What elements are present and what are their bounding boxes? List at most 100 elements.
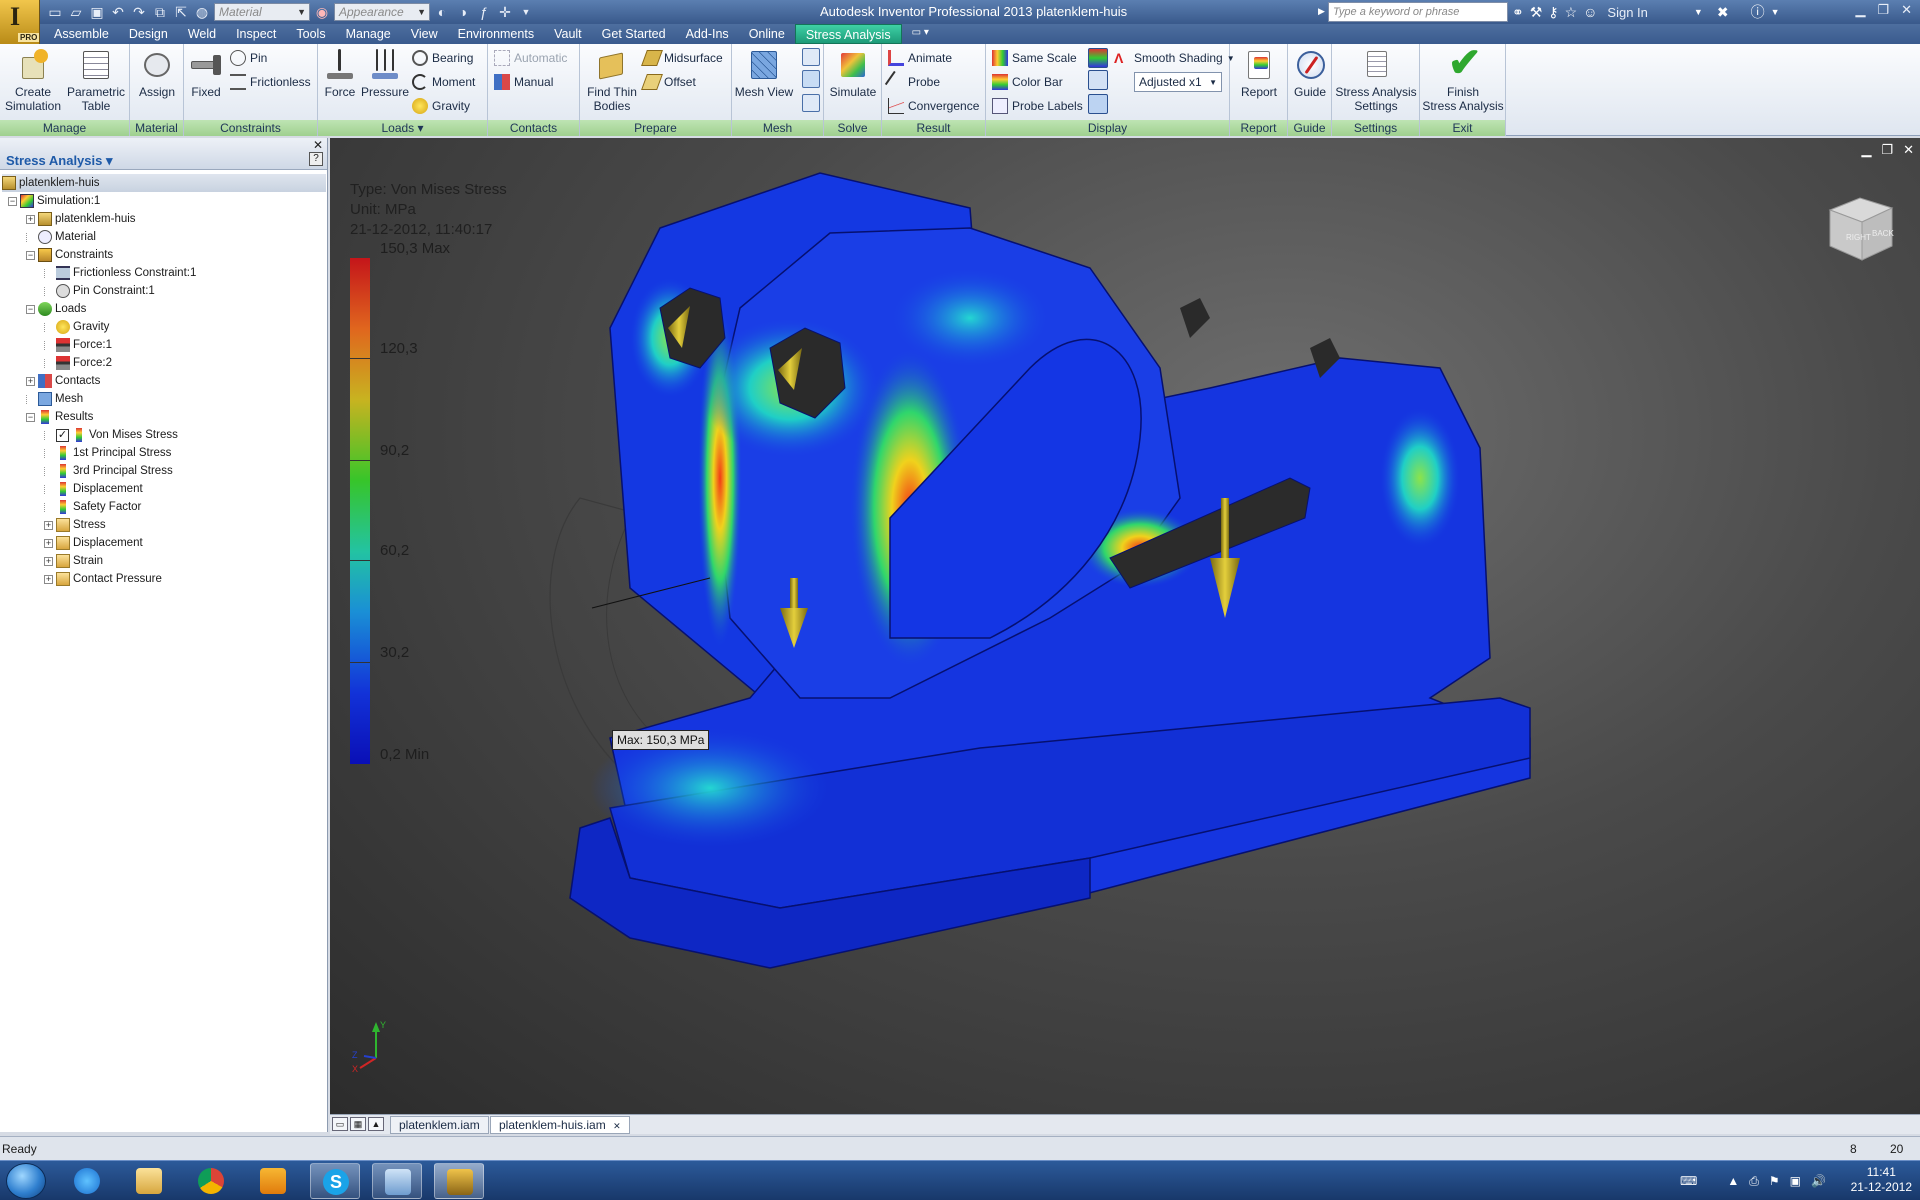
- tree-item[interactable]: ✓ Von Mises Stress: [44, 426, 178, 444]
- taskbar-ie[interactable]: [62, 1163, 112, 1199]
- color-bar[interactable]: [350, 258, 370, 764]
- expand-icon[interactable]: +: [26, 214, 35, 224]
- stress-model[interactable]: [330, 138, 1920, 1114]
- ribbon-minimize-icon[interactable]: ▭ ▾: [902, 24, 939, 44]
- probe-labels-button[interactable]: Probe Labels: [992, 96, 1083, 116]
- manual-contacts-button[interactable]: Manual: [494, 72, 553, 92]
- frictionless-constraint-button[interactable]: Frictionless: [230, 72, 311, 92]
- tree-item[interactable]: 1st Principal Stress: [44, 444, 171, 462]
- taskbar-outlook[interactable]: [248, 1163, 298, 1199]
- local-mesh-icon[interactable]: [802, 70, 820, 88]
- viewcube-right-face[interactable]: RIGHT: [1846, 233, 1871, 242]
- result-visibility-checkbox[interactable]: ✓: [56, 428, 69, 442]
- create-simulation-button[interactable]: Create Simulation: [2, 47, 64, 113]
- midsurface-button[interactable]: Midsurface: [641, 48, 723, 68]
- browser-close-button[interactable]: ✕: [313, 138, 323, 152]
- expand-icon[interactable]: +: [44, 556, 53, 566]
- browser-help-button[interactable]: ?: [309, 152, 323, 166]
- tab-manage[interactable]: Manage: [336, 24, 401, 44]
- doc-tab-close-icon[interactable]: ✕: [613, 1121, 621, 1131]
- key-icon[interactable]: ⚷: [1548, 4, 1558, 21]
- tab-get-started[interactable]: Get Started: [592, 24, 676, 44]
- simulate-button[interactable]: Simulate: [826, 47, 880, 99]
- tab-environments[interactable]: Environments: [448, 24, 544, 44]
- maximize-icon[interactable]: ❐: [1877, 2, 1889, 18]
- tree-item[interactable]: + Contact Pressure: [44, 570, 162, 588]
- return-icon[interactable]: ⇱: [172, 3, 190, 21]
- tab-design[interactable]: Design: [119, 24, 178, 44]
- browser-title-dropdown[interactable]: Stress Analysis ▾: [6, 153, 113, 169]
- tree-item[interactable]: − Loads: [26, 300, 86, 318]
- tab-scroll-icon[interactable]: ▲: [368, 1117, 384, 1131]
- tab-assemble[interactable]: Assemble: [44, 24, 119, 44]
- undo-icon[interactable]: ↶: [109, 3, 127, 21]
- tree-item[interactable]: + Stress: [44, 516, 106, 534]
- color-bar-button[interactable]: Color Bar: [992, 72, 1063, 92]
- assign-material-button[interactable]: Assign: [132, 47, 182, 99]
- open-file-icon[interactable]: ▱: [67, 3, 85, 21]
- action-center-icon[interactable]: ⚑: [1769, 1174, 1780, 1188]
- viewport-restore-icon[interactable]: ❐: [1881, 142, 1893, 158]
- gravity-load-button[interactable]: Gravity: [412, 96, 470, 116]
- tab-stress-analysis[interactable]: Stress Analysis: [794, 24, 902, 44]
- tab-inspect[interactable]: Inspect: [226, 24, 286, 44]
- tree-item[interactable]: Pin Constraint:1: [44, 282, 155, 300]
- pressure-button[interactable]: Pressure: [360, 47, 410, 99]
- tree-item[interactable]: + platenklem-huis: [26, 210, 136, 228]
- star-icon[interactable]: ☆: [1565, 4, 1578, 21]
- tree-item[interactable]: Safety Factor: [44, 498, 141, 516]
- fixed-constraint-button[interactable]: Fixed: [186, 47, 226, 99]
- result-shading-icon[interactable]: [1088, 48, 1108, 68]
- tree-item[interactable]: Gravity: [44, 318, 109, 336]
- chevron-down-icon[interactable]: ▼: [1694, 7, 1703, 17]
- appearance-combo[interactable]: Appearance ▼: [334, 3, 430, 21]
- expand-icon[interactable]: +: [44, 538, 53, 548]
- volume-icon[interactable]: 🔊: [1811, 1174, 1826, 1188]
- viewport-close-icon[interactable]: ✕: [1903, 142, 1914, 158]
- tab-tools[interactable]: Tools: [286, 24, 335, 44]
- guide-button[interactable]: Guide: [1290, 47, 1330, 99]
- max-stress-probe[interactable]: Max: 150,3 MPa: [612, 730, 710, 750]
- search-expand-icon[interactable]: ▶: [1318, 6, 1325, 17]
- redo-icon[interactable]: ↷: [130, 3, 148, 21]
- select-icon[interactable]: ⧉: [151, 3, 169, 21]
- doc-tab-platenklem[interactable]: platenklem.iam: [390, 1116, 489, 1134]
- close-icon[interactable]: ✕: [1901, 2, 1912, 18]
- tree-item[interactable]: platenklem-huis: [2, 174, 326, 192]
- convergence-settings-icon[interactable]: [802, 94, 820, 112]
- function-icon[interactable]: ƒ: [475, 3, 493, 21]
- help-icon[interactable]: ⓘ: [1751, 2, 1765, 22]
- expand-icon[interactable]: +: [44, 520, 53, 530]
- graphics-viewport[interactable]: ▁ ❐ ✕ Type: Von Mises Stress Unit: MPa 2…: [330, 138, 1920, 1114]
- viewport-minimize-icon[interactable]: ▁: [1861, 142, 1871, 158]
- viewcube-back-face[interactable]: BACK: [1872, 229, 1894, 238]
- app-menu-button[interactable]: I PRO: [0, 0, 40, 44]
- collapse-icon[interactable]: −: [26, 304, 35, 314]
- tree-item[interactable]: 3rd Principal Stress: [44, 462, 173, 480]
- clear-appearance-icon[interactable]: ◑: [454, 3, 472, 21]
- crosshair-icon[interactable]: ✛: [496, 3, 514, 21]
- finish-stress-analysis-button[interactable]: ✔ Finish Stress Analysis: [1420, 41, 1506, 113]
- tree-item[interactable]: Material: [26, 228, 96, 246]
- minimize-icon[interactable]: ▁: [1855, 2, 1865, 18]
- tab-online[interactable]: Online: [739, 24, 795, 44]
- tab-add-ins[interactable]: Add-Ins: [676, 24, 739, 44]
- cascade-windows-icon[interactable]: ▦: [350, 1117, 366, 1131]
- printer-icon[interactable]: ⎙: [1749, 1174, 1759, 1189]
- binoculars-icon[interactable]: ⚭: [1512, 4, 1524, 21]
- tree-item[interactable]: Force:1: [44, 336, 112, 354]
- tools-icon[interactable]: ⚒: [1530, 4, 1543, 21]
- tree-item[interactable]: Force:2: [44, 354, 112, 372]
- stress-analysis-settings-button[interactable]: Stress Analysis Settings: [1332, 47, 1420, 113]
- sign-in-link[interactable]: Sign In: [1607, 5, 1647, 20]
- probe-button[interactable]: Probe: [884, 70, 940, 94]
- tree-item[interactable]: − Results: [26, 408, 93, 426]
- collapse-icon[interactable]: −: [8, 196, 17, 206]
- convergence-button[interactable]: Convergence: [888, 96, 979, 116]
- tree-item[interactable]: Displacement: [44, 480, 143, 498]
- exchange-icon[interactable]: ✖: [1717, 4, 1729, 21]
- tab-vault[interactable]: Vault: [544, 24, 592, 44]
- expand-icon[interactable]: +: [44, 574, 53, 584]
- bearing-load-button[interactable]: Bearing: [412, 48, 473, 68]
- material-combo[interactable]: Material ▼: [214, 3, 310, 21]
